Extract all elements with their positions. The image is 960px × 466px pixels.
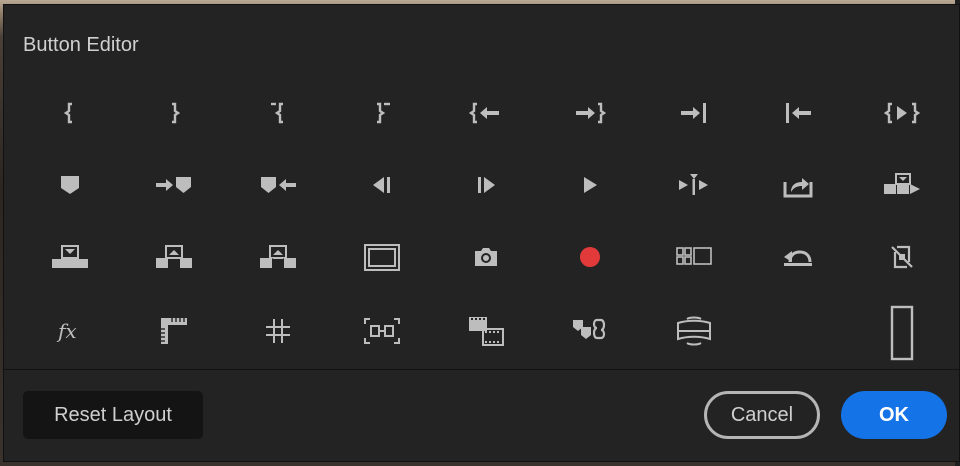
- lift-icon[interactable]: [122, 221, 226, 293]
- insert-icon[interactable]: [850, 149, 954, 221]
- play-around-icon[interactable]: [642, 149, 746, 221]
- play-icon[interactable]: [538, 149, 642, 221]
- ruler-icon[interactable]: [122, 295, 226, 367]
- extract-icon[interactable]: [226, 221, 330, 293]
- dialog-title: Button Editor: [23, 34, 139, 56]
- step-forward-edit-icon[interactable]: [642, 77, 746, 149]
- camera-icon[interactable]: [434, 221, 538, 293]
- grid-lines-icon[interactable]: [226, 295, 330, 367]
- multi-camera-icon[interactable]: [642, 221, 746, 293]
- markers-link-icon[interactable]: [538, 295, 642, 367]
- overwrite-icon[interactable]: [18, 221, 122, 293]
- reset-layout-button[interactable]: Reset Layout: [23, 391, 203, 439]
- film-frames-icon[interactable]: [434, 295, 538, 367]
- footer-divider: [4, 369, 959, 370]
- export-frame-icon[interactable]: [746, 149, 850, 221]
- trim-icon[interactable]: [330, 295, 434, 367]
- button-editor-dialog: Button Editor fx Reset Layout Cancel OK: [3, 4, 960, 462]
- step-back-icon[interactable]: [330, 149, 434, 221]
- step-forward-icon[interactable]: [434, 149, 538, 221]
- marker-out-bracket-icon[interactable]: [122, 77, 226, 149]
- play-in-to-out-icon[interactable]: [850, 77, 954, 149]
- clear-in-icon[interactable]: [226, 77, 330, 149]
- svg-text:fx: fx: [56, 319, 77, 343]
- go-to-out-icon[interactable]: [538, 77, 642, 149]
- record-icon[interactable]: [538, 221, 642, 293]
- marker-in-bracket-icon[interactable]: [18, 77, 122, 149]
- toggle-proxies-icon[interactable]: [850, 221, 954, 293]
- vr-video-icon[interactable]: [642, 295, 746, 367]
- safe-margins-icon[interactable]: [330, 221, 434, 293]
- ok-button[interactable]: OK: [841, 391, 947, 439]
- cancel-button[interactable]: Cancel: [704, 391, 820, 439]
- step-back-edit-icon[interactable]: [746, 77, 850, 149]
- clear-out-icon[interactable]: [330, 77, 434, 149]
- loop-playback-icon[interactable]: [746, 221, 850, 293]
- go-to-next-marker-icon[interactable]: [122, 149, 226, 221]
- fx-icon[interactable]: fx: [18, 295, 122, 367]
- go-to-previous-marker-icon[interactable]: [226, 149, 330, 221]
- go-to-in-icon[interactable]: [434, 77, 538, 149]
- spacer-icon[interactable]: [850, 295, 954, 371]
- add-marker-icon[interactable]: [18, 149, 122, 221]
- button-grid: fx: [18, 77, 954, 367]
